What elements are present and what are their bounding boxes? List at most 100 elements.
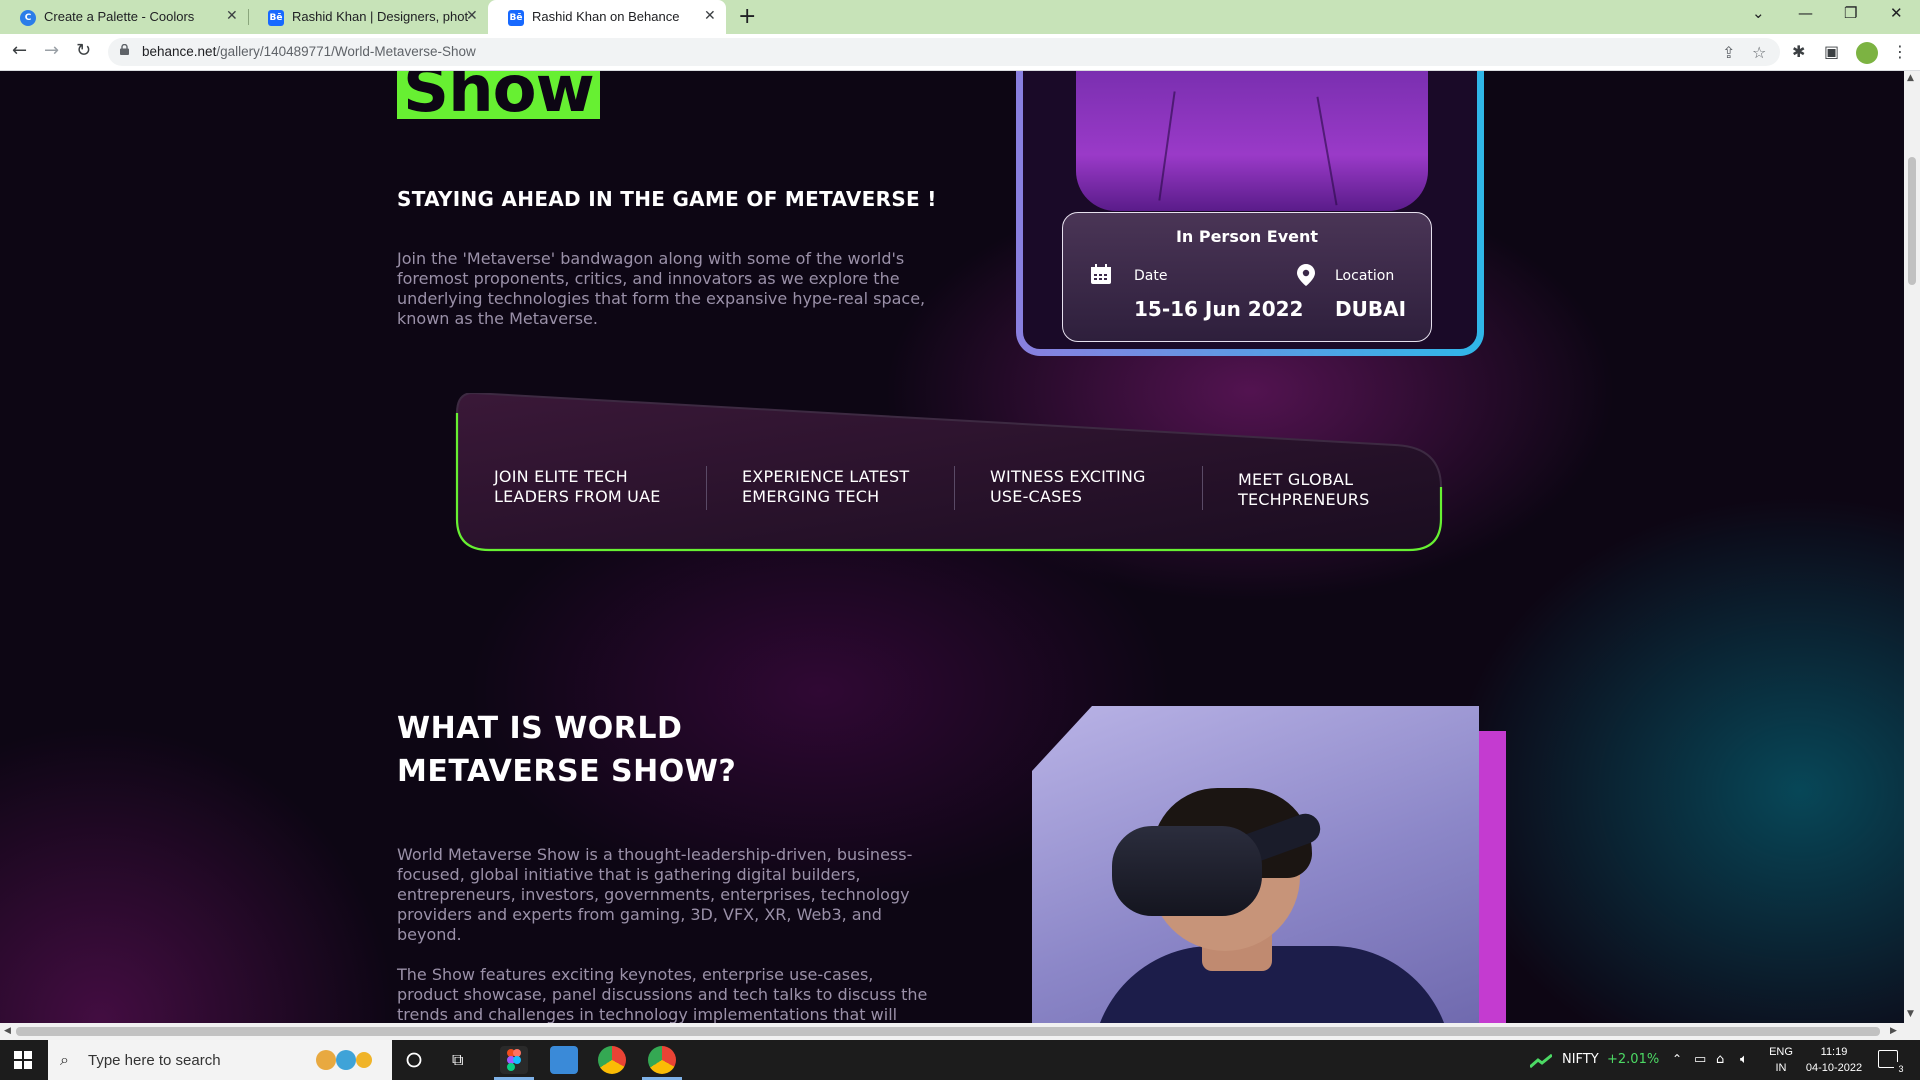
- tab-rashid-khan-behance[interactable]: Bē Rashid Khan on Behance ✕: [488, 0, 726, 34]
- calendar-icon: [1091, 264, 1111, 284]
- photo-accent-bar: [1478, 731, 1506, 1023]
- reload-icon[interactable]: ↻: [76, 40, 91, 61]
- tab-coolors[interactable]: C Create a Palette - Coolors ✕: [0, 0, 244, 34]
- feature-line: LEADERS FROM UAE: [494, 487, 661, 506]
- address-bar[interactable]: behance.net/gallery/140489771/World-Meta…: [108, 38, 1780, 66]
- profile-avatar-icon[interactable]: [1856, 42, 1878, 64]
- lock-icon: [120, 44, 129, 55]
- date-value: 15-16 Jun 2022: [1134, 297, 1304, 321]
- vertical-scrollbar[interactable]: ▲ ▼: [1904, 71, 1920, 1023]
- vr-headset-photo: [1032, 706, 1479, 1023]
- feature-line: EMERGING TECH: [742, 487, 880, 506]
- figma-app-icon[interactable]: [500, 1046, 528, 1074]
- side-panel-icon[interactable]: ▣: [1824, 42, 1839, 61]
- feature-line: USE-CASES: [990, 487, 1083, 506]
- language-indicator[interactable]: ENG IN: [1766, 1044, 1796, 1076]
- search-highlight-icon: [336, 1050, 356, 1070]
- location-value: DUBAI: [1335, 297, 1407, 321]
- photo-shirt: [1092, 946, 1452, 1023]
- tab-title: Create a Palette - Coolors: [44, 9, 195, 24]
- feature-line: MEET GLOBAL: [1238, 470, 1354, 489]
- photos-app-icon[interactable]: [550, 1046, 578, 1074]
- stock-name[interactable]: NIFTY: [1562, 1052, 1599, 1067]
- search-highlight-icon: [316, 1050, 336, 1070]
- tab-title: Rashid Khan | Designers, photog: [292, 9, 468, 24]
- tab-search-chevron-icon[interactable]: ⌄: [1752, 4, 1765, 22]
- feature-line: EXPERIENCE LATEST: [742, 467, 910, 486]
- feature-item: JOIN ELITE TECH LEADERS FROM UAE: [494, 467, 661, 507]
- language-code: ENG: [1769, 1046, 1793, 1058]
- feature-line: JOIN ELITE TECH: [494, 467, 628, 486]
- feature-divider: [706, 466, 707, 510]
- url-path: /gallery/140489771/World-Metaverse-Show: [216, 44, 476, 59]
- forward-arrow-icon[interactable]: →: [44, 40, 59, 61]
- feature-item: WITNESS EXCITING USE-CASES: [990, 467, 1146, 507]
- event-type: In Person Event: [1175, 227, 1319, 246]
- behance-favicon-icon: Bē: [268, 10, 284, 26]
- notification-count-badge: 3: [1894, 1062, 1908, 1076]
- cortana-icon[interactable]: [406, 1052, 422, 1068]
- location-label: Location: [1335, 268, 1395, 284]
- feature-line: WITNESS EXCITING: [990, 467, 1146, 486]
- close-tab-icon[interactable]: ✕: [226, 8, 238, 24]
- volume-icon[interactable]: 🔈︎: [1740, 1052, 1748, 1067]
- region-code: IN: [1775, 1062, 1787, 1074]
- close-window-icon[interactable]: ✕: [1890, 4, 1903, 22]
- close-tab-icon[interactable]: ✕: [466, 8, 478, 24]
- clock[interactable]: 11:19 04-10-2022: [1800, 1044, 1868, 1076]
- clock-date: 04-10-2022: [1805, 1062, 1863, 1074]
- feature-item: MEET GLOBAL TECHPRENEURS: [1238, 470, 1369, 510]
- url-text: behance.net/gallery/140489771/World-Meta…: [142, 44, 476, 59]
- vr-headset-icon: [1112, 826, 1262, 916]
- windows-start-icon[interactable]: [14, 1051, 32, 1069]
- search-icon: ⌕: [60, 1050, 69, 1069]
- extensions-puzzle-icon[interactable]: ✱: [1792, 42, 1805, 61]
- taskbar-search-box[interactable]: ⌕ Type here to search: [48, 1040, 392, 1080]
- close-tab-icon[interactable]: ✕: [704, 8, 716, 24]
- search-highlight-icon: [356, 1052, 372, 1068]
- behance-favicon-icon: Bē: [508, 10, 524, 26]
- tray-chevron-up-icon[interactable]: ⌃: [1672, 1052, 1682, 1066]
- chrome-app-icon[interactable]: [598, 1046, 626, 1074]
- chrome-profile-app-icon[interactable]: [648, 1046, 676, 1074]
- heading-line: METAVERSE SHOW?: [397, 754, 737, 789]
- share-icon[interactable]: ⇪: [1722, 43, 1735, 62]
- url-host: behance.net: [142, 44, 217, 59]
- location-pin-icon: [1297, 264, 1315, 286]
- menu-kebab-icon[interactable]: ⋮: [1892, 42, 1908, 61]
- heading-line: WHAT IS WORLD: [397, 711, 683, 746]
- network-icon[interactable]: ⌂: [1716, 1052, 1724, 1067]
- tab-title: Rashid Khan on Behance: [532, 9, 680, 24]
- show-title: Show: [397, 71, 600, 122]
- scroll-up-arrow-icon[interactable]: ▲: [1907, 73, 1914, 83]
- back-arrow-icon[interactable]: ←: [12, 40, 27, 61]
- feature-divider: [954, 466, 955, 510]
- hoodie-fold: [1316, 96, 1338, 206]
- what-is-heading: WHAT IS WORLD METAVERSE SHOW?: [397, 707, 736, 793]
- behance-project-page: Show STAYING AHEAD IN THE GAME OF METAVE…: [0, 71, 1904, 1023]
- new-tab-button[interactable]: +: [738, 4, 756, 29]
- scroll-thumb[interactable]: [16, 1027, 1880, 1036]
- scroll-left-arrow-icon[interactable]: ◀: [4, 1026, 11, 1036]
- bookmark-star-icon[interactable]: ☆: [1752, 43, 1766, 62]
- windows-taskbar: ⌕ Type here to search ⧉ NIFTY +2.01% ⌃ ▭…: [0, 1040, 1920, 1080]
- meet-now-icon[interactable]: ▭: [1694, 1052, 1706, 1067]
- minimize-icon[interactable]: —: [1798, 4, 1813, 22]
- clock-time: 11:19: [1820, 1046, 1848, 1058]
- tagline: STAYING AHEAD IN THE GAME OF METAVERSE !: [397, 187, 937, 211]
- tab-strip: C Create a Palette - Coolors ✕ Bē Rashid…: [0, 0, 1920, 34]
- scroll-right-arrow-icon[interactable]: ▶: [1890, 1026, 1897, 1036]
- scroll-down-arrow-icon[interactable]: ▼: [1907, 1009, 1914, 1019]
- event-info-card: In Person Event Date 15-16 Jun 2022 Loca…: [1062, 212, 1432, 342]
- search-placeholder: Type here to search: [88, 1052, 221, 1069]
- restore-icon[interactable]: ❐: [1844, 4, 1857, 22]
- scroll-thumb[interactable]: [1908, 157, 1916, 285]
- task-view-icon[interactable]: ⧉: [452, 1050, 463, 1070]
- stock-change: +2.01%: [1607, 1052, 1660, 1067]
- feature-item: EXPERIENCE LATEST EMERGING TECH: [742, 467, 909, 507]
- stock-up-icon: [1530, 1054, 1552, 1068]
- horizontal-scrollbar[interactable]: ◀ ▶: [0, 1023, 1920, 1040]
- coolors-favicon-icon: C: [20, 10, 36, 26]
- tab-rashid-khan-designers[interactable]: Bē Rashid Khan | Designers, photog ✕: [248, 0, 486, 34]
- feature-line: TECHPRENEURS: [1238, 490, 1370, 509]
